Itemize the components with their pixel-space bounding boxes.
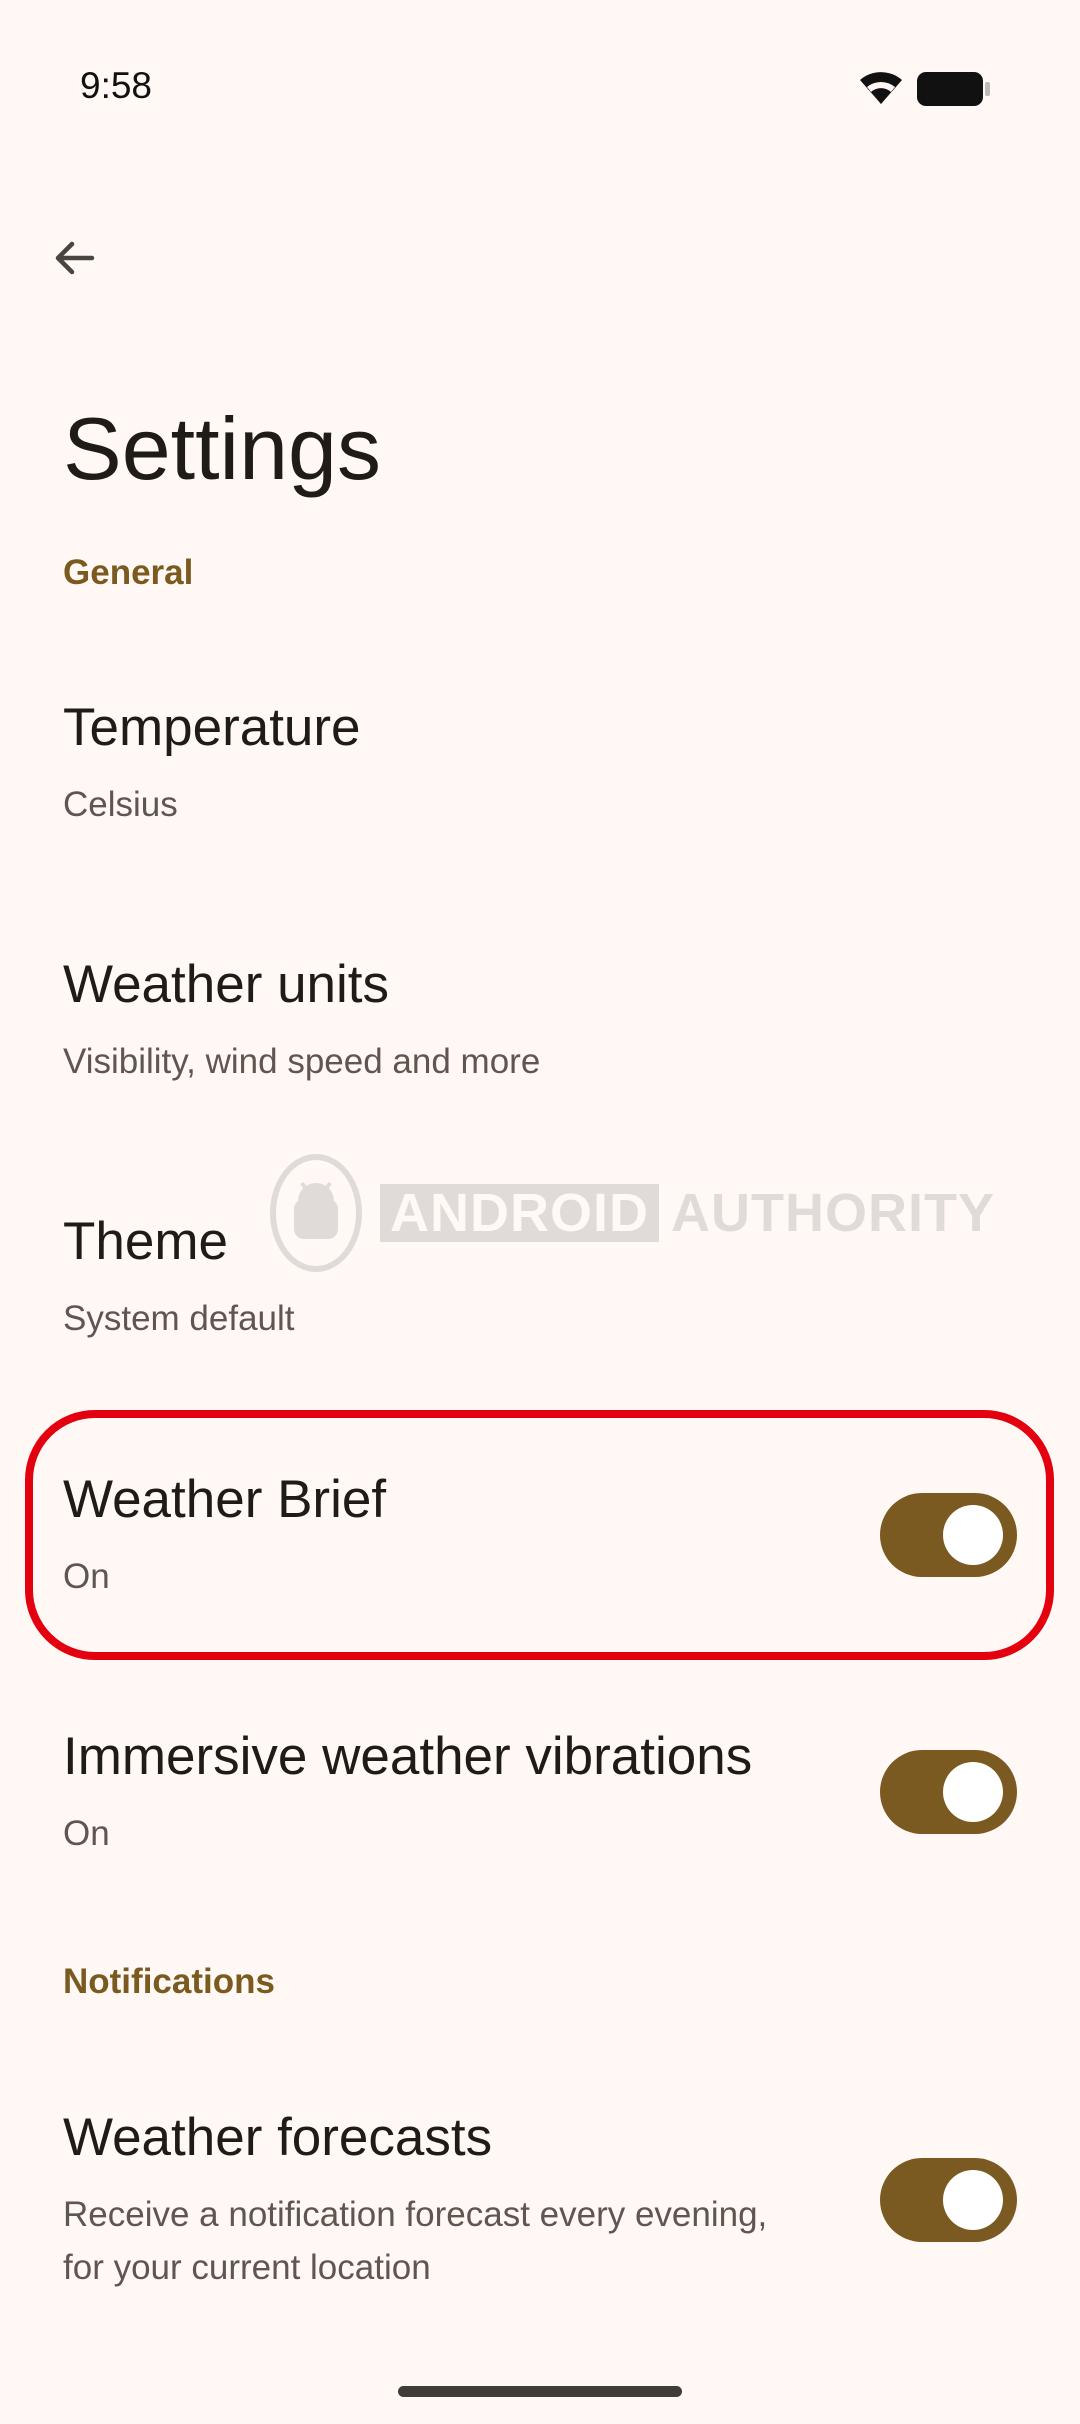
- setting-title: Weather forecasts: [63, 2108, 493, 2167]
- wifi-icon: [860, 72, 902, 104]
- page-title: Settings: [63, 399, 381, 498]
- setting-subtitle-line1: Receive a notification forecast every ev…: [63, 2195, 768, 2234]
- toggle-thumb: [943, 1505, 1003, 1565]
- setting-subtitle-line2: for your current location: [63, 2248, 431, 2287]
- setting-subtitle: Visibility, wind speed and more: [63, 1042, 541, 1081]
- section-header-general: General: [63, 553, 194, 592]
- status-time: 9:58: [80, 65, 153, 106]
- setting-title: Theme: [63, 1212, 228, 1271]
- gesture-nav-handle[interactable]: [398, 2386, 682, 2397]
- setting-title: Weather Brief: [63, 1470, 387, 1529]
- weather-brief-toggle[interactable]: [880, 1493, 1017, 1577]
- immersive-vibrations-toggle[interactable]: [880, 1750, 1017, 1834]
- toggle-thumb: [943, 2170, 1003, 2230]
- setting-weather-units[interactable]: Weather units Visibility, wind speed and…: [0, 953, 1080, 1133]
- setting-subtitle: System default: [63, 1299, 295, 1338]
- setting-title: Immersive weather vibrations: [63, 1727, 753, 1786]
- setting-title: Temperature: [63, 698, 361, 757]
- battery-icon: [917, 72, 990, 106]
- setting-subtitle: Celsius: [63, 785, 178, 824]
- setting-immersive-weather-vibrations[interactable]: Immersive weather vibrations On: [0, 1725, 1080, 1905]
- setting-theme[interactable]: Theme System default: [0, 1210, 1080, 1390]
- setting-weather-brief[interactable]: Weather Brief On: [0, 1468, 1080, 1648]
- arrow-left-icon: [55, 241, 95, 275]
- weather-forecasts-toggle[interactable]: [880, 2158, 1017, 2242]
- status-bar: 9:58: [0, 0, 1080, 175]
- section-header-notifications: Notifications: [63, 1962, 275, 2001]
- setting-subtitle: On: [63, 1557, 110, 1596]
- setting-title: Weather units: [63, 955, 390, 1014]
- setting-weather-forecasts[interactable]: Weather forecasts Receive a notification…: [0, 2106, 1080, 2306]
- toggle-thumb: [943, 1762, 1003, 1822]
- setting-subtitle: On: [63, 1814, 110, 1853]
- back-button[interactable]: [36, 220, 112, 296]
- setting-temperature[interactable]: Temperature Celsius: [0, 696, 1080, 876]
